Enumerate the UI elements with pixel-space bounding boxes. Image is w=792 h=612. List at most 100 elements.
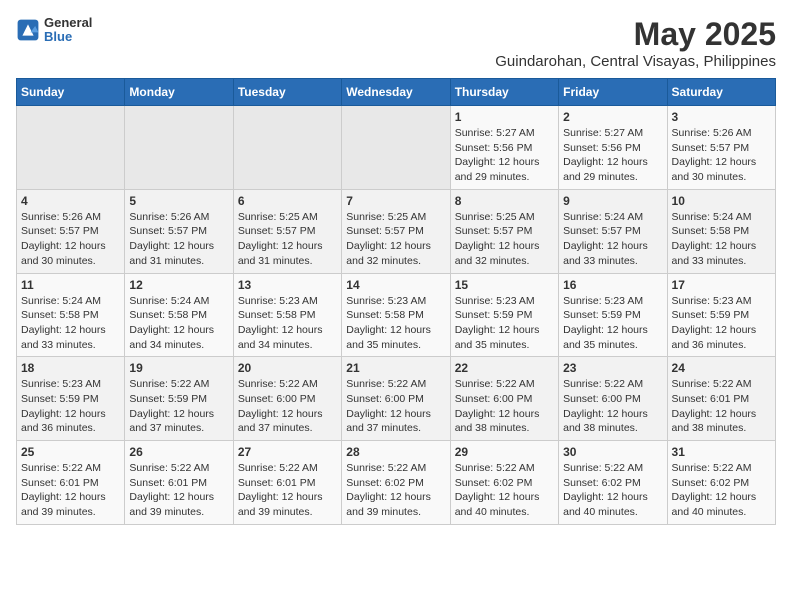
calendar-cell: 19Sunrise: 5:22 AM Sunset: 5:59 PM Dayli…	[125, 357, 233, 441]
day-info: Sunrise: 5:23 AM Sunset: 5:59 PM Dayligh…	[455, 294, 554, 353]
day-info: Sunrise: 5:26 AM Sunset: 5:57 PM Dayligh…	[672, 126, 771, 185]
day-info: Sunrise: 5:22 AM Sunset: 6:00 PM Dayligh…	[563, 377, 662, 436]
calendar-cell	[233, 106, 341, 190]
calendar-cell: 29 Sunrise: 5:22 AM Sunset: 6:02 PM Dayli…	[450, 441, 558, 525]
day-info: Sunrise: 5:25 AM Sunset: 5:57 PM Dayligh…	[455, 210, 554, 269]
day-info: Sunrise: 5:22 AM Sunset: 6:02 PM Dayligh…	[672, 461, 771, 520]
subtitle: Guindarohan, Central Visayas, Philippine…	[495, 53, 776, 70]
weekday-header-monday: Monday	[125, 79, 233, 106]
day-number: 24	[672, 361, 771, 375]
day-number: 11	[21, 278, 120, 292]
day-info: Sunrise: 5:22 AM Sunset: 6:00 PM Dayligh…	[455, 377, 554, 436]
weekday-header-wednesday: Wednesday	[342, 79, 450, 106]
day-number: 12	[129, 278, 228, 292]
weekday-header-friday: Friday	[559, 79, 667, 106]
calendar-cell: 30Sunrise: 5:22 AM Sunset: 6:02 PM Dayli…	[559, 441, 667, 525]
weekday-header-row: SundayMondayTuesdayWednesdayThursdayFrid…	[17, 79, 776, 106]
calendar-cell: 17 Sunrise: 5:23 AM Sunset: 5:59 PM Dayli…	[667, 273, 775, 357]
weekday-header-thursday: Thursday	[450, 79, 558, 106]
logo: General Blue	[16, 16, 92, 45]
day-number: 7	[346, 194, 445, 208]
calendar-cell: 9 Sunrise: 5:24 AM Sunset: 5:57 PM Daylig…	[559, 189, 667, 273]
logo-text-line2: Blue	[44, 30, 92, 44]
calendar-cell: 4 Sunrise: 5:26 AM Sunset: 5:57 PM Daylig…	[17, 189, 125, 273]
weekday-header-tuesday: Tuesday	[233, 79, 341, 106]
calendar-cell: 8 Sunrise: 5:25 AM Sunset: 5:57 PM Daylig…	[450, 189, 558, 273]
day-info: Sunrise: 5:27 AM Sunset: 5:56 PM Dayligh…	[563, 126, 662, 185]
page-header: General Blue May 2025 Guindarohan, Centr…	[16, 16, 776, 70]
day-info: Sunrise: 5:23 AM Sunset: 5:58 PM Dayligh…	[238, 294, 337, 353]
day-number: 17	[672, 278, 771, 292]
day-info: Sunrise: 5:27 AM Sunset: 5:56 PM Dayligh…	[455, 126, 554, 185]
day-number: 23	[563, 361, 662, 375]
title-section: May 2025 Guindarohan, Central Visayas, P…	[495, 16, 776, 70]
calendar-cell: 1Sunrise: 5:27 AM Sunset: 5:56 PM Daylig…	[450, 106, 558, 190]
day-number: 29	[455, 445, 554, 459]
day-info: Sunrise: 5:22 AM Sunset: 6:02 PM Dayligh…	[455, 461, 554, 520]
weekday-header-sunday: Sunday	[17, 79, 125, 106]
calendar-cell: 23 Sunrise: 5:22 AM Sunset: 6:00 PM Dayli…	[559, 357, 667, 441]
day-number: 18	[21, 361, 120, 375]
day-number: 4	[21, 194, 120, 208]
calendar-week-row: 11 Sunrise: 5:24 AM Sunset: 5:58 PM Dayli…	[17, 273, 776, 357]
calendar-cell: 18 Sunrise: 5:23 AM Sunset: 5:59 PM Dayli…	[17, 357, 125, 441]
day-number: 31	[672, 445, 771, 459]
calendar-cell	[125, 106, 233, 190]
day-number: 28	[346, 445, 445, 459]
calendar-cell	[342, 106, 450, 190]
day-number: 6	[238, 194, 337, 208]
calendar-cell: 14Sunrise: 5:23 AM Sunset: 5:58 PM Dayli…	[342, 273, 450, 357]
calendar-cell: 31 Sunrise: 5:22 AM Sunset: 6:02 PM Dayli…	[667, 441, 775, 525]
day-number: 21	[346, 361, 445, 375]
calendar-cell: 6 Sunrise: 5:25 AM Sunset: 5:57 PM Daylig…	[233, 189, 341, 273]
day-number: 26	[129, 445, 228, 459]
calendar-week-row: 25Sunrise: 5:22 AM Sunset: 6:01 PM Dayli…	[17, 441, 776, 525]
day-number: 22	[455, 361, 554, 375]
day-info: Sunrise: 5:22 AM Sunset: 6:01 PM Dayligh…	[238, 461, 337, 520]
day-number: 27	[238, 445, 337, 459]
day-number: 20	[238, 361, 337, 375]
calendar-table: SundayMondayTuesdayWednesdayThursdayFrid…	[16, 78, 776, 525]
day-number: 13	[238, 278, 337, 292]
day-number: 16	[563, 278, 662, 292]
calendar-cell: 2 Sunrise: 5:27 AM Sunset: 5:56 PM Daylig…	[559, 106, 667, 190]
day-info: Sunrise: 5:25 AM Sunset: 5:57 PM Dayligh…	[346, 210, 445, 269]
day-info: Sunrise: 5:22 AM Sunset: 5:59 PM Dayligh…	[129, 377, 228, 436]
calendar-cell: 13 Sunrise: 5:23 AM Sunset: 5:58 PM Dayli…	[233, 273, 341, 357]
calendar-cell: 22 Sunrise: 5:22 AM Sunset: 6:00 PM Dayli…	[450, 357, 558, 441]
day-info: Sunrise: 5:24 AM Sunset: 5:58 PM Dayligh…	[21, 294, 120, 353]
day-info: Sunrise: 5:24 AM Sunset: 5:57 PM Dayligh…	[563, 210, 662, 269]
day-info: Sunrise: 5:23 AM Sunset: 5:58 PM Dayligh…	[346, 294, 445, 353]
day-number: 5	[129, 194, 228, 208]
calendar-cell: 28Sunrise: 5:22 AM Sunset: 6:02 PM Dayli…	[342, 441, 450, 525]
day-number: 10	[672, 194, 771, 208]
day-info: Sunrise: 5:24 AM Sunset: 5:58 PM Dayligh…	[129, 294, 228, 353]
day-info: Sunrise: 5:25 AM Sunset: 5:57 PM Dayligh…	[238, 210, 337, 269]
main-title: May 2025	[495, 16, 776, 53]
day-number: 2	[563, 110, 662, 124]
calendar-cell: 20 Sunrise: 5:22 AM Sunset: 6:00 PM Dayli…	[233, 357, 341, 441]
calendar-cell: 10Sunrise: 5:24 AM Sunset: 5:58 PM Dayli…	[667, 189, 775, 273]
day-info: Sunrise: 5:23 AM Sunset: 5:59 PM Dayligh…	[21, 377, 120, 436]
logo-icon	[16, 18, 40, 42]
day-number: 15	[455, 278, 554, 292]
calendar-cell: 26Sunrise: 5:22 AM Sunset: 6:01 PM Dayli…	[125, 441, 233, 525]
day-info: Sunrise: 5:26 AM Sunset: 5:57 PM Dayligh…	[21, 210, 120, 269]
calendar-cell: 24Sunrise: 5:22 AM Sunset: 6:01 PM Dayli…	[667, 357, 775, 441]
calendar-cell: 5 Sunrise: 5:26 AM Sunset: 5:57 PM Daylig…	[125, 189, 233, 273]
day-info: Sunrise: 5:22 AM Sunset: 6:01 PM Dayligh…	[21, 461, 120, 520]
day-info: Sunrise: 5:22 AM Sunset: 6:00 PM Dayligh…	[346, 377, 445, 436]
day-info: Sunrise: 5:26 AM Sunset: 5:57 PM Dayligh…	[129, 210, 228, 269]
day-number: 8	[455, 194, 554, 208]
day-info: Sunrise: 5:23 AM Sunset: 5:59 PM Dayligh…	[672, 294, 771, 353]
calendar-cell: 21 Sunrise: 5:22 AM Sunset: 6:00 PM Dayli…	[342, 357, 450, 441]
calendar-cell: 12 Sunrise: 5:24 AM Sunset: 5:58 PM Dayli…	[125, 273, 233, 357]
calendar-cell: 3Sunrise: 5:26 AM Sunset: 5:57 PM Daylig…	[667, 106, 775, 190]
day-info: Sunrise: 5:22 AM Sunset: 6:00 PM Dayligh…	[238, 377, 337, 436]
weekday-header-saturday: Saturday	[667, 79, 775, 106]
calendar-cell: 15 Sunrise: 5:23 AM Sunset: 5:59 PM Dayli…	[450, 273, 558, 357]
calendar-cell: 11 Sunrise: 5:24 AM Sunset: 5:58 PM Dayli…	[17, 273, 125, 357]
day-number: 9	[563, 194, 662, 208]
calendar-cell: 25Sunrise: 5:22 AM Sunset: 6:01 PM Dayli…	[17, 441, 125, 525]
calendar-cell: 16Sunrise: 5:23 AM Sunset: 5:59 PM Dayli…	[559, 273, 667, 357]
